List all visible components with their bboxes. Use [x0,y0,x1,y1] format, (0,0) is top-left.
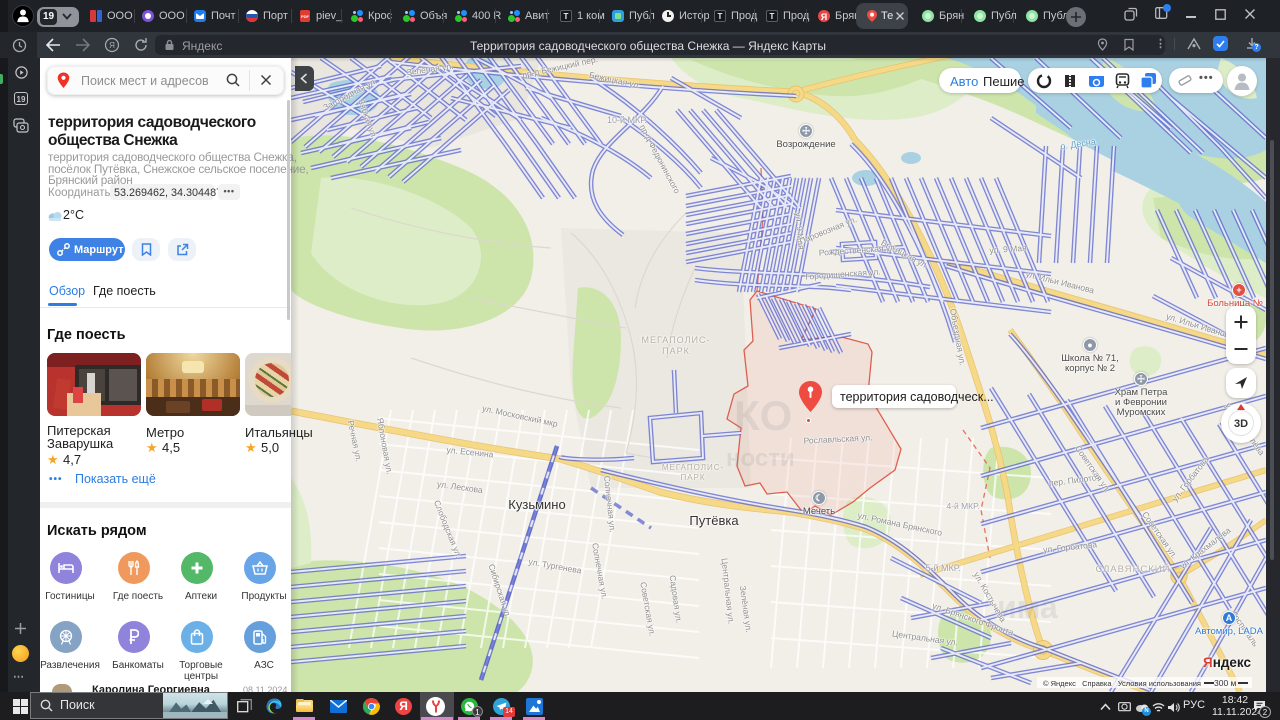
svg-text:има: има [997,589,1058,625]
svg-text:КО: КО [734,392,792,439]
svg-text:ности: ности [726,445,795,472]
svg-text:Я: Я [109,41,115,50]
